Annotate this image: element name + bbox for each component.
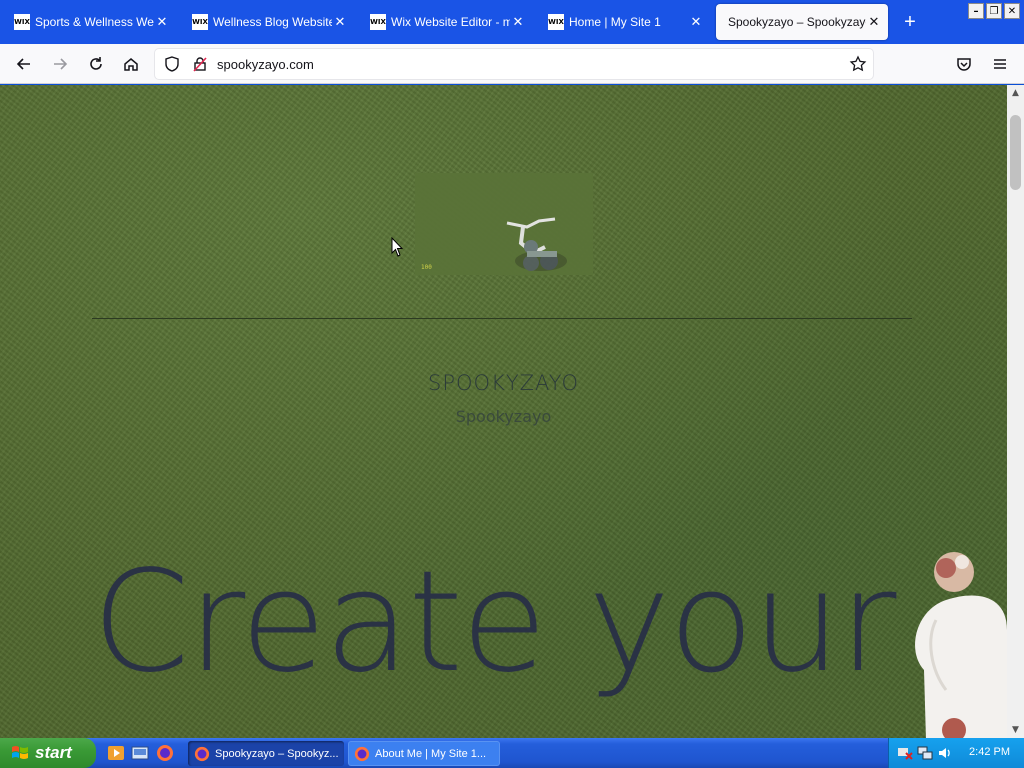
- start-label: start: [35, 743, 72, 762]
- close-tab-icon[interactable]: ✕: [332, 14, 348, 30]
- close-tab-icon[interactable]: ✕: [154, 14, 170, 30]
- page-scrollbar[interactable]: ▲ ▼: [1007, 85, 1024, 738]
- bookmark-star-icon[interactable]: [849, 55, 867, 73]
- site-title[interactable]: SPOOKYZAYO: [0, 371, 1007, 395]
- shield-icon[interactable]: [163, 55, 181, 73]
- tab-title: Wix Website Editor - my-: [391, 15, 510, 29]
- scroll-down-button[interactable]: ▼: [1007, 722, 1024, 738]
- windows-logo-icon: [12, 746, 28, 759]
- home-button[interactable]: [119, 52, 143, 76]
- close-window-button[interactable]: ✕: [1004, 3, 1020, 19]
- url-text[interactable]: spookyzayo.com: [217, 57, 314, 72]
- section-divider: [92, 318, 912, 319]
- scroll-thumb[interactable]: [1010, 115, 1021, 190]
- home-icon: [124, 58, 138, 71]
- taskbar-item-title: Spookyzayo – Spookyz...: [215, 747, 339, 760]
- reload-icon: [90, 57, 102, 70]
- taskbar-item-spookyzayo[interactable]: Spookyzayo – Spookyz...: [188, 741, 344, 766]
- pocket-icon: [957, 58, 971, 71]
- reload-button[interactable]: [84, 52, 108, 76]
- close-tab-icon[interactable]: ✕: [688, 14, 704, 30]
- wix-favicon-icon: WIX: [14, 14, 30, 30]
- game-character-image: [506, 217, 567, 271]
- tab-title: Wellness Blog Website Te: [213, 15, 332, 29]
- arrow-right-icon: [54, 58, 68, 70]
- clock[interactable]: 2:42 PM: [969, 746, 1010, 758]
- taskbar-item-about-me[interactable]: About Me | My Site 1...: [348, 741, 500, 766]
- tab-wellness-blog[interactable]: WIX Wellness Blog Website Te ✕: [182, 4, 354, 40]
- mouse-cursor-icon: [391, 237, 403, 257]
- system-tray: 2:42 PM: [888, 738, 1024, 768]
- tab-title: Sports & Wellness Website: [35, 15, 154, 29]
- firefox-icon: [354, 746, 370, 761]
- network-alert-icon[interactable]: [897, 745, 913, 761]
- tab-home-my-site[interactable]: WIX Home | My Site 1 ✕: [538, 4, 710, 40]
- arrow-left-icon: [16, 58, 30, 70]
- navigation-toolbar: spookyzayo.com: [0, 44, 1024, 84]
- character-sprite-image: [915, 552, 1007, 738]
- address-bar[interactable]: spookyzayo.com: [155, 49, 873, 79]
- network-connection-icon[interactable]: [917, 745, 933, 761]
- close-tab-icon[interactable]: ✕: [866, 14, 882, 30]
- tab-title: Home | My Site 1: [569, 15, 661, 29]
- hamburger-menu-icon: [994, 59, 1006, 69]
- window-controls: – ❐ ✕: [968, 3, 1020, 19]
- tab-title: Spookyzayo – Spookyzayo: [728, 15, 866, 29]
- pocket-button[interactable]: [952, 52, 976, 76]
- new-tab-button[interactable]: +: [898, 10, 922, 34]
- tab-strip: WIX Sports & Wellness Website ✕ WIX Well…: [0, 0, 1024, 44]
- firefox-icon[interactable]: [156, 744, 174, 762]
- tab-wix-editor[interactable]: WIX Wix Website Editor - my- ✕: [360, 4, 532, 40]
- insecure-lock-icon[interactable]: [191, 55, 209, 73]
- restore-button[interactable]: ❐: [986, 3, 1002, 19]
- hero-heading: Create your: [92, 541, 896, 704]
- close-tab-icon[interactable]: ✕: [510, 14, 526, 30]
- scroll-up-button[interactable]: ▲: [1007, 85, 1024, 101]
- volume-icon[interactable]: [937, 745, 953, 761]
- wix-favicon-icon: WIX: [192, 14, 208, 30]
- minimize-button[interactable]: –: [968, 3, 984, 19]
- web-page: 100 SPOOKYZAYO Spookyzayo Create your: [0, 85, 1007, 738]
- tab-spookyzayo[interactable]: Spookyzayo – Spookyzayo ✕: [716, 4, 888, 40]
- back-button[interactable]: [12, 52, 36, 76]
- taskbar-item-title: About Me | My Site 1...: [375, 747, 487, 760]
- wix-favicon-icon: WIX: [370, 14, 386, 30]
- taskbar: start Spookyzayo – Spookyz... About Me |…: [0, 738, 1024, 768]
- menu-button[interactable]: [988, 52, 1012, 76]
- hud-counter: 100: [421, 264, 432, 271]
- start-button[interactable]: start: [0, 738, 96, 768]
- media-player-icon[interactable]: [107, 744, 125, 762]
- wix-favicon-icon: WIX: [548, 14, 564, 30]
- firefox-icon: [194, 746, 210, 761]
- game-video-thumbnail[interactable]: 100: [415, 173, 593, 275]
- site-subtitle: Spookyzayo: [455, 407, 552, 426]
- show-desktop-icon[interactable]: [131, 744, 149, 762]
- forward-button[interactable]: [48, 52, 72, 76]
- tab-sports-wellness[interactable]: WIX Sports & Wellness Website ✕: [4, 4, 176, 40]
